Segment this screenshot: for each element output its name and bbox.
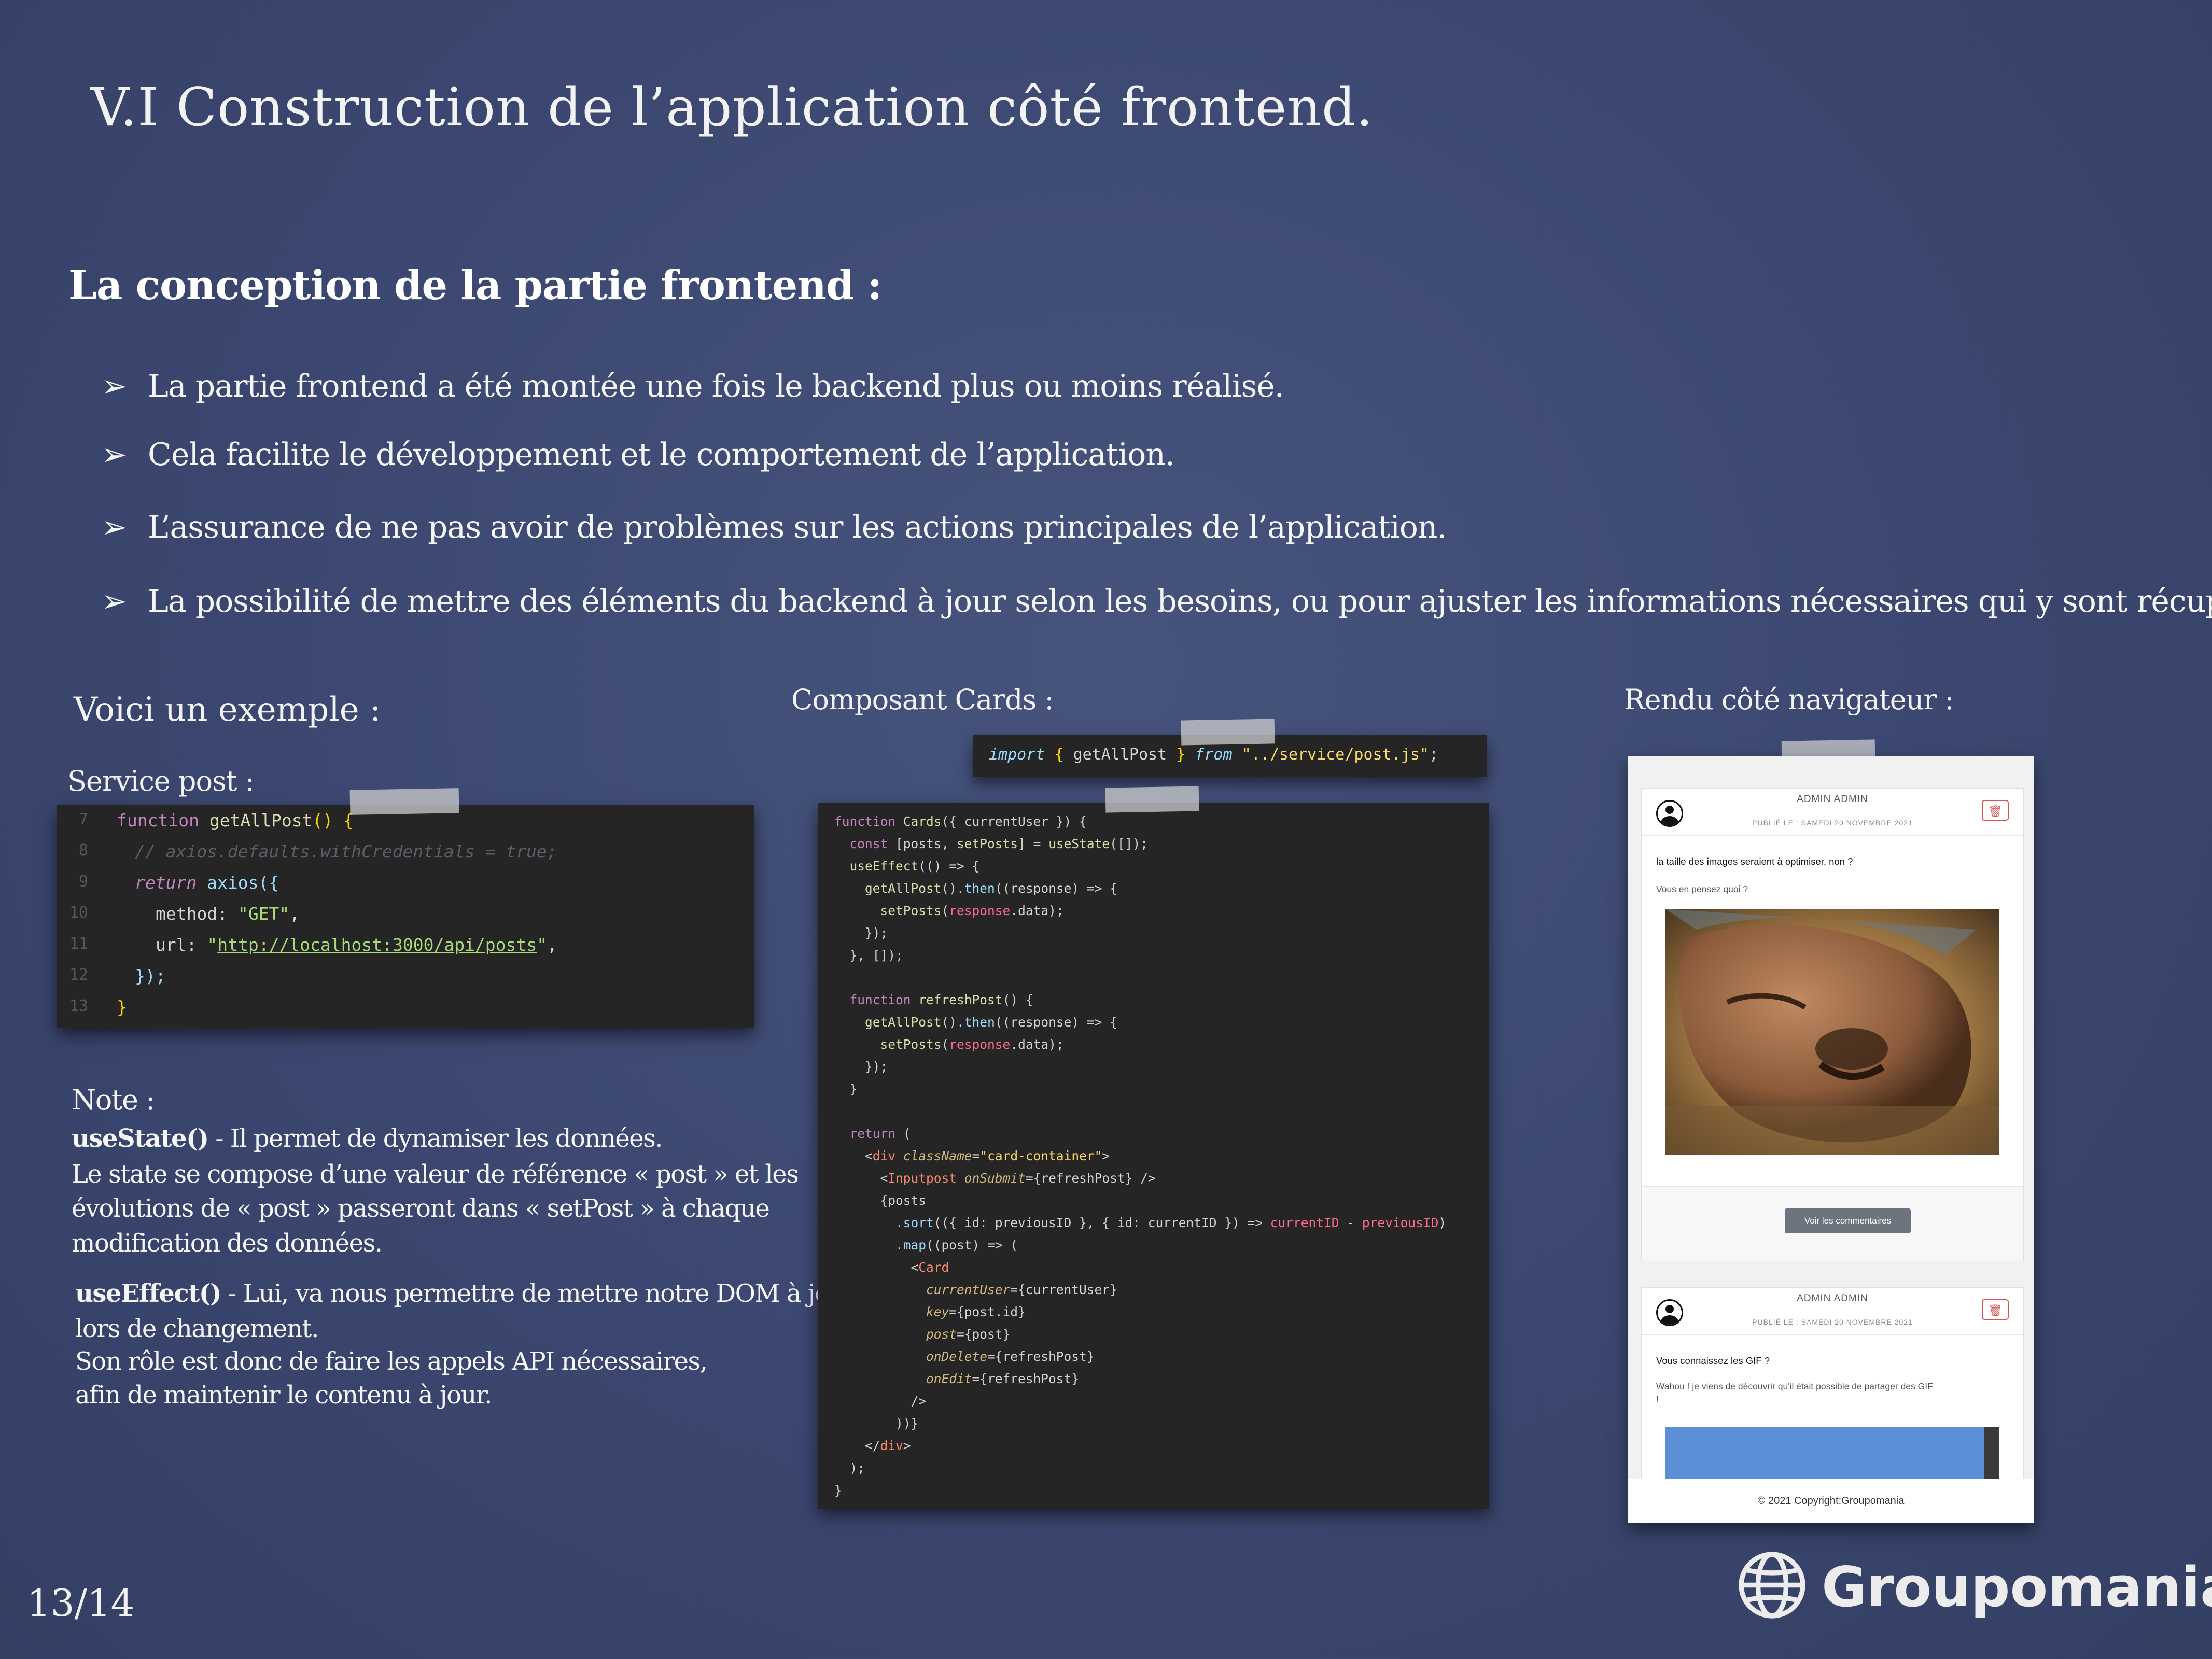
code-line: getAllPost().then((response) => { — [865, 1015, 1117, 1030]
post-image — [1665, 909, 1999, 1155]
note-line: évolutions de « post » passeront dans « … — [72, 1194, 770, 1223]
useeffect-note: useEffect() - Lui, va nous permettre de … — [75, 1279, 860, 1308]
arrow-icon: ➢ — [101, 583, 127, 620]
note-line: Son rôle est donc de faire les appels AP… — [75, 1347, 708, 1376]
url-link[interactable]: http://localhost:3000/api/posts — [217, 935, 537, 955]
slide-title: V.I Construction de l’application côté f… — [91, 77, 1374, 138]
code-line: function refreshPost() { — [849, 992, 1033, 1007]
note-line: afin de maintenir le contenu à jour. — [75, 1381, 492, 1410]
delete-button[interactable]: 🗑 — [1982, 800, 2009, 821]
view-comments-button[interactable]: Voir les commentaires — [1785, 1208, 1911, 1233]
bullet-item: ➢ L’assurance de ne pas avoir de problème… — [101, 509, 1447, 545]
code-line: key={post.id} — [926, 1304, 1026, 1319]
logo-text: Groupomania — [1822, 1555, 2212, 1619]
browser-label: Rendu côté navigateur : — [1624, 683, 1954, 716]
code-line: onEdit={refreshPost} — [926, 1371, 1080, 1386]
cards-label: Composant Cards : — [791, 683, 1054, 716]
code-line: ))} — [834, 1416, 919, 1431]
code-line: /> — [834, 1394, 927, 1409]
code-line: getAllPost().then((response) => { — [865, 881, 1117, 896]
code-line: useEffect(() => { — [849, 859, 980, 874]
code-line: </div> — [834, 1438, 911, 1453]
arrow-icon: ➢ — [101, 368, 127, 404]
arrow-icon: ➢ — [101, 437, 127, 473]
browser-screenshot: ADMIN ADMIN PUBLIÉ LE : SAMEDI 20 NOVEMB… — [1628, 756, 2034, 1523]
post-card: ADMIN ADMIN PUBLIÉ LE : SAMEDI 20 NOVEMB… — [1641, 788, 2024, 1261]
code-line: {posts — [834, 1193, 927, 1208]
cards-component-code: function Cards({ currentUser }) { const … — [818, 803, 1489, 1509]
post-title: la taille des images seraient à optimise… — [1656, 856, 1853, 867]
page-number: 13/14 — [27, 1581, 135, 1625]
post-title: Vous connaissez les GIF ? — [1656, 1355, 1770, 1366]
service-post-code: 7 function getAllPost() { 8// axios.defau… — [57, 805, 754, 1028]
code-line: } — [834, 1081, 858, 1096]
code-line: }, []); — [834, 948, 903, 963]
section-subtitle: La conception de la partie frontend : — [68, 262, 882, 309]
code-line: .map((post) => ( — [834, 1238, 1018, 1253]
post-author: ADMIN ADMIN — [1797, 794, 1868, 805]
post-body: Vous en pensez quoi ? — [1656, 884, 1748, 894]
trash-icon: 🗑 — [1988, 1304, 2003, 1317]
delete-button[interactable]: 🗑 — [1982, 1299, 2009, 1320]
bullet-item: ➢ La partie frontend a été montée une foi… — [101, 368, 1284, 404]
post-author: ADMIN ADMIN — [1797, 1293, 1868, 1304]
trash-icon: 🗑 — [1988, 805, 2003, 818]
code-line: <Card — [834, 1260, 949, 1275]
code-line: }); — [834, 1059, 888, 1074]
post-header: ADMIN ADMIN PUBLIÉ LE : SAMEDI 20 NOVEMB… — [1642, 1288, 2023, 1335]
code-line: <Inputpost onSubmit={refreshPost} /> — [834, 1171, 1156, 1186]
post-image — [1665, 1427, 1999, 1485]
code-line: }); — [834, 925, 888, 940]
bullet-item: ➢ Cela facilite le développement et le co… — [101, 437, 1175, 473]
service-post-label: Service post : — [67, 765, 255, 797]
post-footer: Voir les commentaires — [1642, 1186, 2023, 1261]
post-body: Wahou ! je viens de découvrir qu'il étai… — [1656, 1381, 1933, 1391]
tape-decoration — [1105, 786, 1199, 813]
post-body: ! — [1656, 1394, 1659, 1404]
code-line: const [posts, setPosts] = useState([]); — [849, 836, 1148, 851]
page-footer: © 2021 Copyright:Groupomania — [1628, 1479, 2034, 1523]
code-line: setPosts(response.data); — [880, 1037, 1064, 1052]
code-line: onDelete={refreshPost} — [926, 1349, 1095, 1364]
post-date: PUBLIÉ LE : SAMEDI 20 NOVEMBRE 2021 — [1752, 819, 1913, 827]
note-line: modification des données. — [72, 1229, 383, 1258]
post-header: ADMIN ADMIN PUBLIÉ LE : SAMEDI 20 NOVEMB… — [1642, 789, 2023, 836]
code-line: <div className="card-container"> — [834, 1148, 1110, 1163]
bullet-item: ➢ La possibilité de mettre des éléments d… — [101, 583, 2212, 620]
note-heading: Note : — [72, 1084, 155, 1116]
code-line: ); — [834, 1460, 865, 1475]
usestate-note: useState() - Il permet de dynamiser les … — [72, 1124, 663, 1153]
code-line: return ( — [849, 1126, 911, 1141]
tape-decoration — [1181, 719, 1275, 746]
code-line: .sort(({ id: previousID }, { id: current… — [834, 1215, 1447, 1230]
post-date: PUBLIÉ LE : SAMEDI 20 NOVEMBRE 2021 — [1752, 1318, 1913, 1326]
post-card: ADMIN ADMIN PUBLIÉ LE : SAMEDI 20 NOVEMB… — [1641, 1287, 2024, 1485]
code-line: post={post} — [926, 1327, 1011, 1342]
code-line: function Cards({ currentUser }) { — [834, 814, 1087, 829]
globe-icon — [1739, 1552, 1805, 1619]
code-line: setPosts(response.data); — [880, 903, 1064, 918]
example-heading: Voici un exemple : — [74, 691, 381, 729]
arrow-icon: ➢ — [101, 509, 127, 545]
note-line: Le state se compose d’une valeur de réfé… — [72, 1160, 799, 1189]
note-line: lors de changement. — [75, 1314, 319, 1343]
code-line: } — [834, 1483, 842, 1498]
code-line: currentUser={currentUser} — [926, 1282, 1117, 1297]
tape-decoration — [349, 788, 459, 815]
